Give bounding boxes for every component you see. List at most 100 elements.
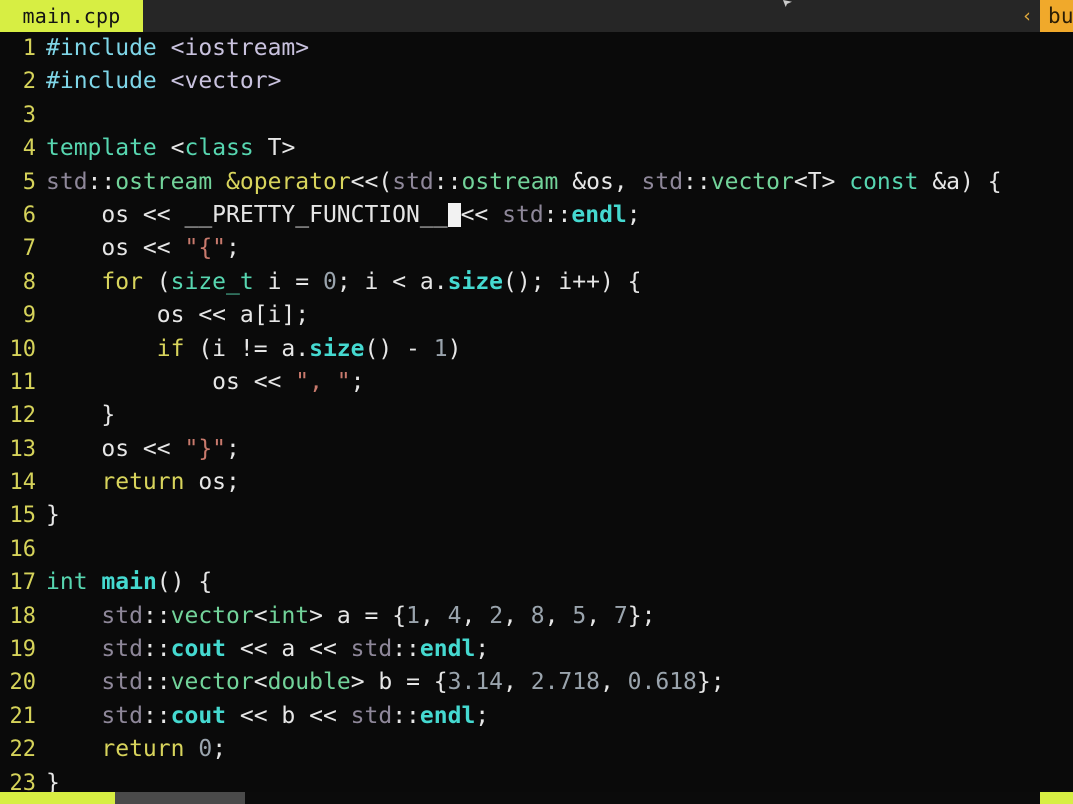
code-token: << b <<	[226, 702, 351, 729]
code-line-content: }	[46, 767, 60, 792]
tab-build[interactable]: bu	[1040, 0, 1073, 32]
code-line[interactable]: 6 os << __PRETTY_FUNCTION__ << std::endl;	[0, 199, 1073, 232]
code-token: }	[46, 769, 60, 792]
code-token: ;	[626, 201, 641, 228]
code-token: () {	[156, 569, 213, 596]
code-token: size	[447, 268, 504, 295]
code-token: os <<	[46, 435, 185, 462]
code-line-content: std::ostream &operator<<(std::ostream &o…	[46, 166, 1002, 199]
code-token: << a <<	[226, 636, 351, 663]
code-line[interactable]: 8 for (size_t i = 0; i < a.size(); i++) …	[0, 266, 1073, 299]
code-token: > a = {	[309, 602, 407, 629]
code-line[interactable]: 14 return os;	[0, 466, 1073, 499]
line-number: 7	[22, 236, 36, 262]
code-token: ::	[392, 702, 420, 729]
code-line[interactable]: 17 int main() {	[0, 566, 1073, 599]
code-line[interactable]: 4 template <class T>	[0, 132, 1073, 165]
code-token: ::	[683, 168, 711, 195]
code-line-content: std::cout << a << std::endl;	[46, 633, 489, 666]
code-token: <<	[460, 201, 503, 228]
code-token: ,	[419, 602, 448, 629]
code-token: return	[101, 736, 185, 763]
code-line[interactable]: 16	[0, 533, 1073, 566]
code-token: ::	[142, 669, 171, 696]
code-token: os;	[184, 469, 240, 496]
code-line[interactable]: 11 os << ", ";	[0, 366, 1073, 399]
code-line[interactable]: 5 std::ostream &operator<<(std::ostream &…	[0, 166, 1073, 199]
line-number: 21	[9, 703, 37, 729]
code-token: if	[156, 335, 185, 362]
code-line[interactable]: 15}	[0, 499, 1073, 532]
code-token: <	[170, 135, 185, 162]
code-token: 2	[489, 602, 504, 629]
code-line[interactable]: 12 }	[0, 399, 1073, 432]
code-token: for	[101, 268, 143, 295]
code-token: <iostream>	[170, 35, 310, 61]
code-line-content: #include <iostream>	[46, 32, 309, 65]
code-editor[interactable]: 1 #include <iostream> 2 #include <vector> 3 4…	[0, 32, 1073, 792]
code-line[interactable]: 3	[0, 99, 1073, 132]
code-line[interactable]: 10 if (i != a.size() - 1)	[0, 333, 1073, 366]
code-token: ,	[586, 602, 614, 629]
status-bar	[0, 792, 1073, 804]
code-token: endl	[419, 636, 476, 663]
code-token: size_t	[170, 268, 254, 295]
code-token: (); i++) {	[503, 268, 642, 295]
code-token: main	[101, 569, 157, 596]
code-line-content: return os;	[46, 466, 240, 499]
code-line[interactable]: 19 std::cout << a << std::endl;	[0, 633, 1073, 666]
line-number: 10	[9, 336, 37, 362]
code-token: }	[46, 402, 116, 429]
code-line[interactable]: 18 std::vector<int> a = {1, 4, 2, 8, 5, …	[0, 600, 1073, 633]
line-number: 13	[9, 436, 37, 462]
code-token: std	[101, 669, 143, 696]
code-line-content: os << "{";	[46, 232, 240, 265]
code-token: 1	[433, 335, 448, 362]
code-token: std	[46, 168, 88, 195]
code-line-content: }	[46, 499, 60, 532]
code-line-content: template <class T>	[46, 132, 295, 165]
code-token: const	[849, 168, 919, 195]
code-token: &operator	[226, 168, 351, 195]
code-token: os <<	[46, 368, 296, 395]
code-token: <	[253, 602, 268, 629]
code-token: 0	[322, 268, 337, 295]
tab-main-cpp[interactable]: main.cpp	[0, 0, 143, 32]
editor-window: main.cpp ‹ bu 1 #include <iostream> 2 #incl…	[0, 0, 1073, 804]
code-token: endl	[571, 201, 627, 228]
code-line-content: if (i != a.size() - 1)	[46, 333, 462, 366]
code-line[interactable]: 1 #include <iostream>	[0, 32, 1073, 65]
code-line[interactable]: 20 std::vector<double> b = {3.14, 2.718,…	[0, 666, 1073, 699]
chevron-left-icon[interactable]: ‹	[1014, 0, 1040, 32]
line-number: 16	[9, 536, 37, 562]
code-token: 0.618	[627, 669, 697, 696]
status-bar-segment	[0, 792, 115, 804]
code-token: ; i < a.	[336, 268, 448, 295]
code-token: <vector>	[170, 68, 282, 95]
line-number: 6	[22, 202, 36, 228]
code-line[interactable]: 23}	[0, 767, 1073, 792]
code-token: ::	[87, 168, 116, 195]
code-token: <<(	[350, 168, 393, 195]
code-token: double	[267, 669, 351, 696]
code-token: ,	[503, 602, 531, 629]
code-token: ::	[433, 168, 462, 195]
code-line-content: os << "}";	[46, 433, 240, 466]
code-token: () -	[364, 335, 434, 362]
code-line[interactable]: 7 os << "{";	[0, 232, 1073, 265]
status-bar-segment	[1040, 792, 1073, 804]
code-token: (	[142, 268, 171, 295]
code-token: 1	[406, 602, 420, 629]
code-line[interactable]: 2 #include <vector>	[0, 65, 1073, 98]
code-line[interactable]: 9 os << a[i];	[0, 299, 1073, 332]
code-line-content: std::cout << b << std::endl;	[46, 700, 489, 733]
code-line[interactable]: 13 os << "}";	[0, 433, 1073, 466]
code-token: 7	[613, 602, 628, 629]
code-token: vector	[170, 602, 254, 629]
code-line[interactable]: 22 return 0;	[0, 733, 1073, 766]
code-token: int	[267, 602, 310, 629]
code-line[interactable]: 21 std::cout << b << std::endl;	[0, 700, 1073, 733]
